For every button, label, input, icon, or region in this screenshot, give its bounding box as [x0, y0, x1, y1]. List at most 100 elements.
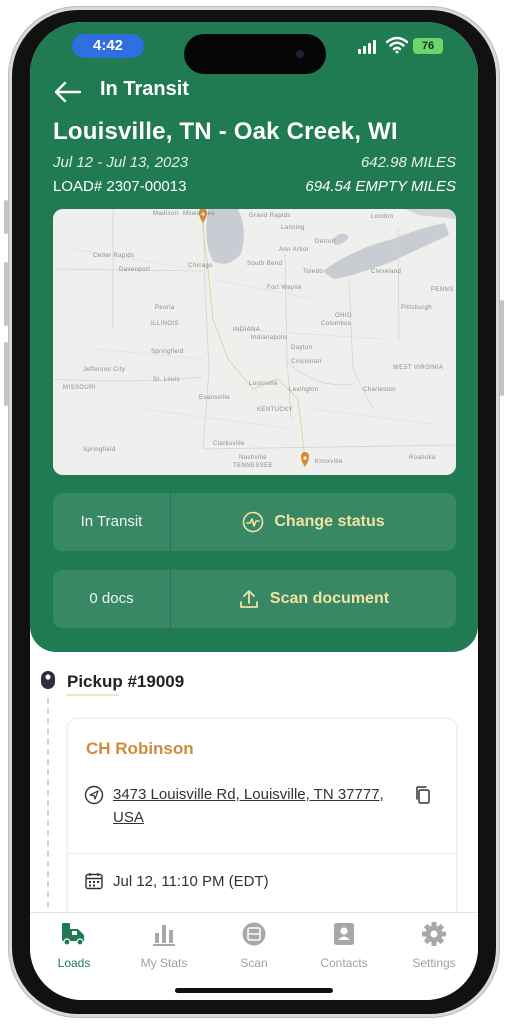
pickup-title: Pickup #19009 — [67, 672, 185, 691]
map-label: Ann Arbor — [279, 247, 310, 253]
pickup-card[interactable]: CH Robinson 3473 Louisville Rd, Louisvil… — [67, 718, 457, 940]
status-bar-time: 4:42 — [72, 34, 144, 58]
map-label: London — [371, 214, 394, 220]
map-label: Milwaukee — [183, 211, 215, 217]
tab-label: Loads — [57, 956, 91, 970]
map-label: Davenport — [119, 267, 151, 273]
map-label: OHIO — [335, 313, 352, 319]
map-label: Madison — [153, 211, 179, 217]
tab-label: Scan — [240, 956, 268, 970]
back-arrow-icon[interactable] — [52, 79, 82, 105]
map-label: Roanoke — [409, 455, 436, 461]
gear-icon — [422, 922, 446, 946]
map-label: TENNESSEE — [233, 463, 273, 469]
map-label: Indianapolis — [251, 335, 288, 341]
app-screen: 4:42 76 In Transit Louisville, TN - Oak … — [30, 22, 478, 1000]
load-header-panel: 4:42 76 In Transit Louisville, TN - Oak … — [30, 22, 478, 652]
map-label: Toledo — [303, 269, 324, 275]
tab-contacts[interactable]: Contacts — [304, 921, 384, 970]
tab-label: My Stats — [140, 956, 188, 970]
timeline-line — [47, 698, 49, 938]
volume-down-button — [4, 342, 8, 406]
map-label: KENTUCKY — [257, 407, 293, 413]
map-label: Evansville — [199, 395, 231, 401]
map-label: Lexington — [289, 387, 319, 393]
pickup-title-highlight — [67, 694, 119, 696]
map-label: Knoxville — [315, 459, 343, 465]
map-label: Nashville — [239, 455, 267, 461]
change-status-label: Change status — [274, 513, 385, 530]
battery-indicator: 76 — [413, 38, 443, 54]
bottom-tab-bar: Loads My Stats Scan Contacts Settings — [30, 912, 478, 1000]
map-label: Chicago — [188, 263, 213, 269]
map-label: Grand Rapids — [249, 213, 291, 219]
tab-loads[interactable]: Loads — [34, 921, 114, 970]
volume-up-button — [4, 262, 8, 326]
map-label: Cincinnati — [291, 359, 322, 365]
truck-icon — [62, 923, 84, 946]
scan-document-button[interactable]: Scan document — [171, 570, 456, 628]
calendar-icon — [85, 873, 103, 890]
power-button — [500, 300, 504, 396]
wifi-icon — [386, 36, 408, 54]
map-label: Cedar Rapids — [93, 253, 135, 259]
tab-label: Settings — [412, 956, 456, 970]
map-label: Clarksville — [213, 441, 245, 447]
map-canvas — [53, 209, 456, 475]
status-card: In Transit Change status — [53, 493, 456, 551]
company-name: CH Robinson — [86, 739, 194, 758]
current-status: In Transit — [80, 513, 143, 530]
dynamic-island — [184, 34, 326, 74]
map-label: Charleston — [363, 387, 397, 393]
map-label: Columbus — [321, 321, 352, 327]
pickup-marker-icon — [41, 671, 55, 689]
activity-icon — [243, 511, 264, 533]
home-indicator[interactable] — [175, 988, 333, 993]
load-dates: Jul 12 - Jul 13, 2023 — [53, 154, 189, 171]
docs-card: 0 docs Scan document — [53, 570, 456, 628]
map-label: MISSOURI — [63, 385, 96, 391]
upload-icon — [240, 590, 258, 608]
tab-my-stats[interactable]: My Stats — [124, 921, 204, 970]
scan-document-label: Scan document — [269, 590, 390, 607]
cellular-signal-icon — [358, 40, 376, 54]
bar-chart-icon — [153, 925, 175, 946]
camera-dot — [296, 50, 304, 58]
map-label: Jefferson City — [83, 367, 126, 373]
tab-scan[interactable]: Scan — [214, 921, 294, 970]
copy-icon[interactable] — [414, 785, 432, 805]
map-label: WEST VIRGINIA — [393, 365, 444, 371]
map-label: Springfield — [83, 447, 116, 453]
screen-title: In Transit — [100, 78, 189, 100]
mute-switch — [4, 200, 8, 234]
map-label: Pittsburgh — [401, 305, 433, 311]
docs-count: 0 docs — [89, 590, 134, 607]
loaded-miles: 642.98 MILES — [360, 154, 456, 171]
tab-label: Contacts — [320, 956, 368, 970]
map-label: South Bend — [247, 261, 283, 267]
map-label: Lansing — [281, 225, 305, 231]
contact-card-icon — [334, 923, 354, 945]
route-map[interactable]: Madison Milwaukee Grand Rapids Lansing L… — [53, 209, 456, 475]
map-label: Dayton — [291, 345, 313, 351]
map-label: Springfield — [151, 349, 184, 355]
map-label: PENNS — [431, 287, 454, 293]
map-label: ILLINOIS — [151, 321, 179, 327]
scan-icon — [242, 922, 266, 946]
map-label: Fort Wayne — [267, 285, 302, 291]
appointment-time: Jul 12, 11:10 PM (EDT) — [113, 873, 269, 890]
navigation-icon — [84, 785, 104, 805]
change-status-button[interactable]: Change status — [171, 493, 456, 551]
empty-miles: 694.54 EMPTY MILES — [305, 178, 456, 195]
pickup-address-link[interactable]: 3473 Louisville Rd, Louisville, TN 37777… — [113, 783, 413, 829]
map-label: INDIANA — [233, 327, 261, 333]
load-number: LOAD# 2307-00013 — [53, 178, 187, 195]
card-divider — [68, 853, 456, 854]
map-label: Cleveland — [371, 269, 402, 275]
map-label: Detroit — [315, 239, 336, 245]
map-label: Louisville — [249, 381, 278, 387]
map-label: Peoria — [155, 305, 175, 311]
route-title: Louisville, TN - Oak Creek, WI — [53, 118, 398, 145]
map-label: St. Louis — [153, 377, 180, 383]
tab-settings[interactable]: Settings — [394, 921, 474, 970]
